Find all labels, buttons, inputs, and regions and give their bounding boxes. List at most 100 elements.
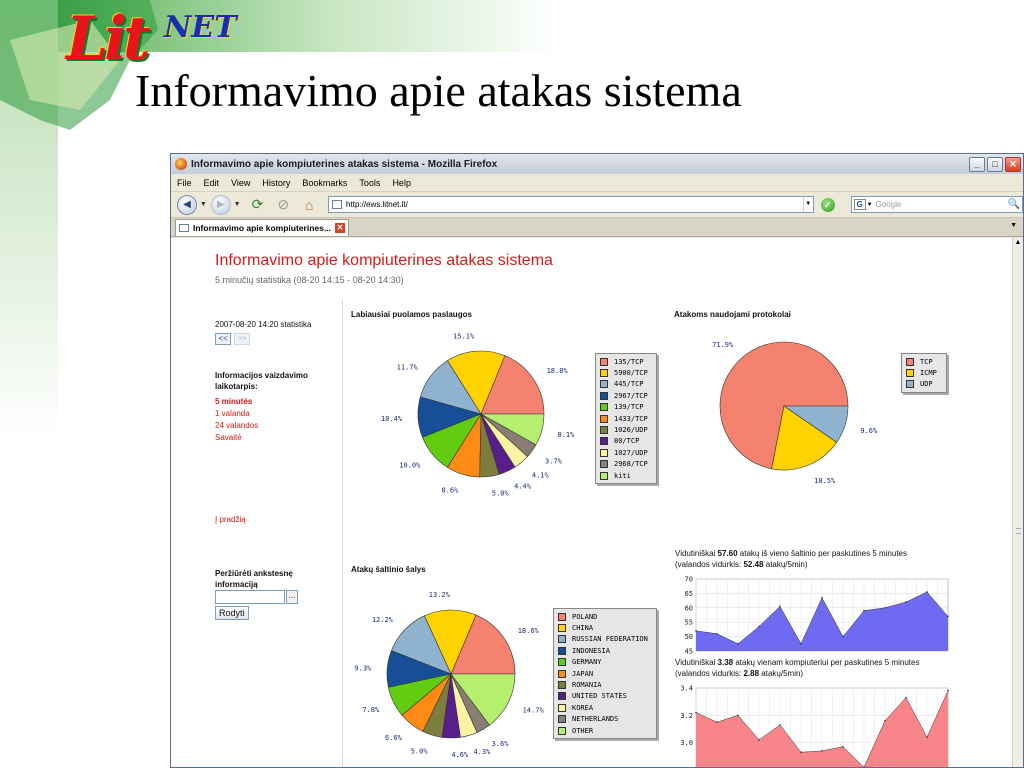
countries-label-0: 18.6%: [518, 627, 540, 635]
per-host-ytick-1: 3.2: [680, 712, 693, 720]
protocols-legend-label-2: UDP: [920, 380, 933, 389]
services-label-2: 11.7%: [397, 364, 419, 372]
menu-file[interactable]: File: [177, 178, 192, 188]
per-host-ytick-2: 3.0: [680, 739, 693, 747]
stop-icon[interactable]: ⊘: [273, 195, 293, 215]
next-period-button[interactable]: >>: [234, 333, 250, 345]
services-legend-label-9: 2968/TCP: [614, 460, 648, 469]
google-engine-icon[interactable]: G: [853, 199, 866, 210]
history-date-input[interactable]: [215, 590, 285, 604]
countries-legend: POLAND CHINA RUSSIAN FEDERATION INDONESIA GE…: [553, 608, 657, 740]
scroll-grip[interactable]: [1016, 528, 1021, 534]
stat-date: 2007-08-20 14:20 statistika: [215, 320, 312, 329]
menu-history[interactable]: History: [262, 178, 290, 188]
per-source-ytick-0: 70: [685, 576, 693, 584]
per-host-point-12: [947, 689, 949, 692]
services-legend-item-0: 135/TCP: [600, 356, 652, 367]
countries-label-3: 9.3%: [354, 664, 372, 672]
back-history-arrow-icon[interactable]: ▼: [200, 201, 207, 208]
maximize-button[interactable]: □: [987, 156, 1003, 172]
tab-bar: Informavimo apie kompiuterines... ✕ ▼: [171, 218, 1023, 237]
caption-part: atakų vienam kompiuteriui per paskutines…: [733, 658, 920, 667]
per-host-point-6: [821, 750, 823, 752]
date-picker-button[interactable]: ...: [286, 590, 298, 604]
services-legend-item-6: 1026/UDP: [600, 424, 652, 435]
per-source-point-3: [758, 625, 760, 628]
protocols-chart-title: Atakoms naudojami protokolai: [674, 310, 791, 319]
menu-help[interactable]: Help: [392, 178, 411, 188]
search-box[interactable]: G ▼ Google 🔍: [850, 196, 1023, 213]
search-placeholder: Google: [875, 200, 902, 209]
countries-legend-label-3: INDONESIA: [572, 646, 610, 655]
period-navigation: << >>: [215, 333, 253, 345]
menu-edit[interactable]: Edit: [204, 178, 220, 188]
url-bar[interactable]: http://ews.litnet.lt/ ▼: [328, 196, 814, 213]
url-text: http://ews.litnet.lt/: [346, 200, 408, 209]
scroll-up-icon[interactable]: ▲: [1013, 238, 1023, 248]
countries-legend-item-6: ROMANIA: [558, 679, 652, 690]
services-label-4: 10.0%: [399, 462, 421, 470]
protocols-legend-swatch-2: [906, 380, 914, 389]
services-chart-title: Labiausiai puolamos paslaugos: [351, 310, 472, 319]
services-legend-label-8: 1027/UDP: [614, 448, 648, 457]
countries-label-6: 5.0%: [411, 747, 429, 755]
caption-part: (valandos vidurkis:: [675, 560, 744, 569]
close-tab-icon[interactable]: ✕: [334, 223, 345, 233]
tab-active[interactable]: Informavimo apie kompiuterines... ✕: [175, 219, 349, 236]
services-label-3: 10.4%: [381, 415, 403, 423]
period-1h-link[interactable]: 1 valanda: [215, 408, 258, 420]
per-host-point-9: [884, 720, 886, 722]
services-legend-label-7: 80/TCP: [614, 437, 640, 446]
countries-legend-swatch-3: [558, 646, 566, 655]
countries-legend-label-0: POLAND: [572, 612, 598, 621]
services-legend-swatch-4: [600, 403, 608, 412]
protocols-legend: TCP ICMP UDP: [901, 353, 947, 394]
search-icon[interactable]: 🔍: [1006, 199, 1022, 210]
menu-view[interactable]: View: [231, 178, 250, 188]
per-source-point-6: [821, 596, 823, 599]
browser-window: Informavimo apie kompiuterines atakas si…: [170, 153, 1024, 768]
show-button[interactable]: Rodyti: [215, 606, 249, 620]
period-24h-link[interactable]: 24 valandos: [215, 420, 258, 432]
forward-history-arrow-icon[interactable]: ▼: [234, 201, 241, 208]
services-legend-swatch-10: [600, 471, 608, 480]
reload-icon[interactable]: ⟳: [248, 195, 268, 215]
minimize-button[interactable]: _: [969, 156, 985, 172]
menu-tools[interactable]: Tools: [359, 178, 380, 188]
menu-bookmarks[interactable]: Bookmarks: [302, 178, 347, 188]
countries-legend-swatch-0: [558, 612, 566, 621]
countries-legend-label-10: OTHER: [572, 726, 594, 735]
engine-dropdown-icon[interactable]: ▼: [867, 202, 873, 208]
period-5min-link[interactable]: 5 minutės: [215, 396, 258, 408]
services-legend-label-1: 5900/TCP: [614, 369, 648, 378]
per-source-point-12: [947, 615, 949, 618]
countries-label-5: 6.6%: [385, 734, 403, 742]
countries-legend-item-7: UNITED STATES: [558, 691, 652, 702]
go-icon[interactable]: ✓: [820, 197, 835, 212]
period-week-link[interactable]: Savaitė: [215, 432, 258, 444]
back-button[interactable]: ◀: [177, 194, 197, 215]
per-host-point-0: [695, 711, 697, 714]
services-label-5: 8.6%: [441, 487, 459, 495]
tab-list-icon[interactable]: ▼: [1010, 222, 1017, 229]
slide-title: Informavimo apie atakas sistema: [135, 65, 742, 116]
per-host-point-2: [737, 714, 739, 717]
per-source-point-11: [926, 591, 928, 593]
window-titlebar: Informavimo apie kompiuterines atakas si…: [171, 154, 1023, 174]
services-legend-swatch-8: [600, 448, 608, 457]
protocols-legend-item-0: TCP: [906, 356, 942, 367]
countries-label-10: 14.7%: [523, 707, 545, 715]
protocols-pie-chart: 71.9% 18.5% 9.6%: [712, 341, 878, 485]
url-dropdown-icon[interactable]: ▼: [802, 197, 813, 212]
protocols-legend-swatch-1: [906, 369, 914, 378]
countries-pie-chart: 18.6% 13.2% 12.2% 9.3% 7.8% 6.6% 5.0% 4.6% 4.3%3…: [354, 591, 545, 759]
vertical-scrollbar[interactable]: ▲: [1012, 238, 1023, 767]
home-link[interactable]: Į pradžią: [215, 515, 246, 524]
countries-legend-label-4: GERMANY: [572, 658, 602, 667]
period-heading: Informacijos vaizdavimo laikotarpis:: [215, 371, 308, 391]
prev-period-button[interactable]: <<: [215, 333, 231, 345]
forward-button[interactable]: ▶: [210, 194, 231, 215]
protocols-legend-label-1: ICMP: [920, 369, 937, 378]
close-window-button[interactable]: ✕: [1005, 156, 1021, 172]
home-icon[interactable]: ⌂: [299, 195, 319, 215]
